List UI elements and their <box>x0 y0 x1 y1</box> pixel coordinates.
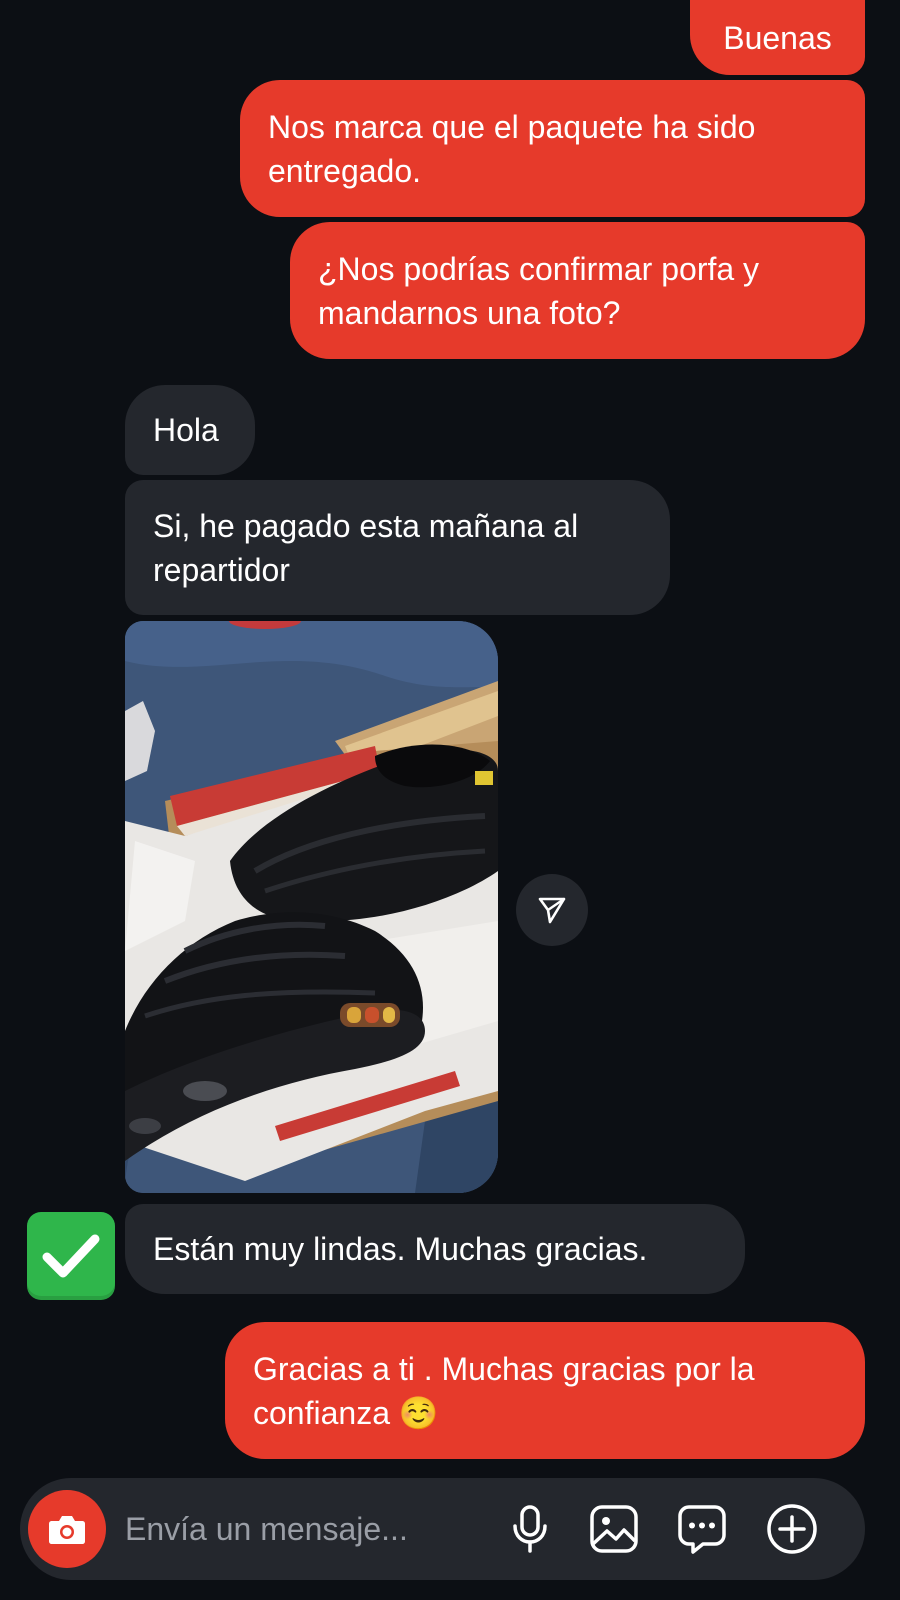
received-message[interactable]: Hola <box>125 385 255 475</box>
plus-circle-icon <box>767 1504 817 1554</box>
microphone-icon <box>513 1505 547 1553</box>
message-text: Si, he pagado esta mañana al repartidor <box>153 507 579 588</box>
sent-message[interactable]: Nos marca que el paquete ha sido entrega… <box>240 80 865 217</box>
message-input[interactable] <box>125 1504 465 1554</box>
message-composer <box>20 1478 865 1580</box>
reaction-check-emoji[interactable] <box>27 1212 115 1300</box>
message-text: Nos marca que el paquete ha sido entrega… <box>268 108 756 189</box>
check-mark-icon <box>42 1234 100 1278</box>
gallery-icon <box>590 1505 638 1553</box>
plus-button[interactable] <box>764 1501 820 1557</box>
chat-screen: Buenas Nos marca que el paquete ha sido … <box>0 0 900 1600</box>
shoe-photo-message[interactable] <box>125 621 498 1193</box>
sent-message[interactable]: ¿Nos podrías confirmar porfa y mandarnos… <box>290 222 865 359</box>
camera-button[interactable] <box>28 1490 106 1568</box>
shoe-photo <box>125 621 498 1193</box>
share-photo-button[interactable] <box>516 874 588 946</box>
sticker-chat-button[interactable] <box>674 1501 730 1557</box>
send-arrow-icon <box>538 897 566 924</box>
camera-icon <box>49 1516 85 1544</box>
message-text: ¿Nos podrías confirmar porfa y mandarnos… <box>318 250 760 331</box>
received-message[interactable]: Están muy lindas. Muchas gracias. <box>125 1204 745 1294</box>
sticker-chat-icon <box>678 1505 726 1554</box>
sent-message[interactable]: Gracias a ti . Muchas gracias por la con… <box>225 1322 865 1459</box>
message-text: Están muy lindas. Muchas gracias. <box>153 1231 648 1267</box>
sent-message[interactable]: Buenas <box>690 0 865 75</box>
received-message[interactable]: Si, he pagado esta mañana al repartidor <box>125 480 670 615</box>
microphone-button[interactable] <box>502 1501 558 1557</box>
message-text: Buenas <box>723 19 832 56</box>
message-text: Gracias a ti . Muchas gracias por la con… <box>253 1350 755 1431</box>
gallery-button[interactable] <box>586 1501 642 1557</box>
message-text: Hola <box>153 412 219 448</box>
